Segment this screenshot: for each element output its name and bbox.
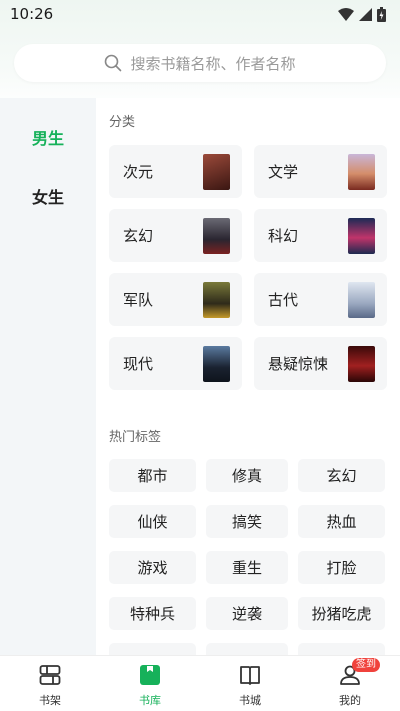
tag-chip-partial[interactable] [109, 643, 196, 655]
category-card[interactable]: 文学 [254, 145, 387, 198]
book-cover-image [203, 281, 230, 318]
tag-chip[interactable]: 特种兵 [109, 597, 196, 630]
nav-label: 书城 [239, 694, 261, 707]
nav-item-profile[interactable]: 签到 我的 [300, 656, 400, 711]
open-book-icon [237, 662, 263, 688]
nav-label: 书架 [39, 694, 61, 707]
category-card[interactable]: 科幻 [254, 209, 387, 262]
category-card[interactable]: 现代 [109, 337, 242, 390]
sign-in-badge[interactable]: 签到 [352, 658, 380, 672]
tag-chip[interactable]: 游戏 [109, 551, 196, 584]
category-label: 古代 [268, 291, 299, 309]
category-card[interactable]: 次元 [109, 145, 242, 198]
tag-chip[interactable]: 都市 [109, 459, 196, 492]
category-label: 次元 [123, 163, 154, 181]
nav-label: 我的 [339, 694, 361, 707]
library-icon [137, 662, 163, 688]
tag-chip[interactable]: 重生 [206, 551, 288, 584]
hot-tags-grid: 都市 修真 玄幻 仙侠 搞笑 热血 游戏 重生 打脸 特种兵 逆袭 扮猪吃虎 [109, 459, 387, 655]
sidebar-item-female[interactable]: 女生 [0, 181, 96, 211]
book-cover-image [348, 217, 375, 254]
tag-chip[interactable]: 打脸 [298, 551, 385, 584]
tag-chip[interactable]: 逆袭 [206, 597, 288, 630]
category-label: 文学 [268, 163, 299, 181]
book-cover-image [348, 153, 375, 190]
book-cover-image [203, 153, 230, 190]
category-label: 玄幻 [123, 227, 154, 245]
nav-label: 书库 [139, 694, 161, 707]
category-label: 现代 [123, 355, 154, 373]
book-cover-image [203, 345, 230, 382]
category-label: 科幻 [268, 227, 299, 245]
nav-item-library[interactable]: 书库 [100, 656, 200, 711]
tag-chip[interactable]: 修真 [206, 459, 288, 492]
tag-chip-partial[interactable] [206, 643, 288, 655]
nav-item-bookshelf[interactable]: 书架 [0, 656, 100, 711]
wifi-icon [338, 7, 354, 21]
tag-chip-partial[interactable] [298, 643, 385, 655]
category-card[interactable]: 古代 [254, 273, 387, 326]
hot-tags-section-title: 热门标签 [109, 430, 162, 445]
sidebar-item-male[interactable]: 男生 [0, 122, 96, 152]
status-time: 10:26 [10, 5, 54, 23]
tag-chip[interactable]: 搞笑 [206, 505, 288, 538]
search-icon [105, 54, 122, 72]
status-bar: 10:26 [0, 0, 400, 28]
book-cover-image [348, 281, 375, 318]
category-label: 悬疑惊悚 [268, 355, 329, 373]
tag-chip[interactable]: 玄幻 [298, 459, 385, 492]
gender-sidebar: 男生 女生 [0, 98, 96, 655]
category-card[interactable]: 悬疑惊悚 [254, 337, 387, 390]
signal-icon [359, 7, 372, 21]
category-card[interactable]: 军队 [109, 273, 242, 326]
category-grid: 次元 文学 玄幻 科幻 军队 古代 现代 悬疑惊悚 [109, 145, 387, 390]
library-content: 分类 次元 文学 玄幻 科幻 军队 古代 现代 悬疑惊悚 热门标签 都市 修真 … [96, 98, 400, 655]
search-placeholder: 搜索书籍名称、作者名称 [130, 54, 296, 73]
bookshelf-icon [37, 662, 63, 688]
tag-chip[interactable]: 热血 [298, 505, 385, 538]
book-cover-image [348, 345, 375, 382]
category-label: 军队 [123, 291, 154, 309]
category-section-title: 分类 [109, 115, 136, 130]
tag-chip[interactable]: 扮猪吃虎 [298, 597, 385, 630]
category-card[interactable]: 玄幻 [109, 209, 242, 262]
nav-item-bookstore[interactable]: 书城 [200, 656, 300, 711]
battery-icon [377, 6, 386, 22]
tag-chip[interactable]: 仙侠 [109, 505, 196, 538]
book-cover-image [203, 217, 230, 254]
bottom-navigation: 书架 书库 书城 签到 我的 [0, 655, 400, 711]
search-input[interactable]: 搜索书籍名称、作者名称 [14, 44, 386, 82]
status-icons [338, 6, 386, 22]
